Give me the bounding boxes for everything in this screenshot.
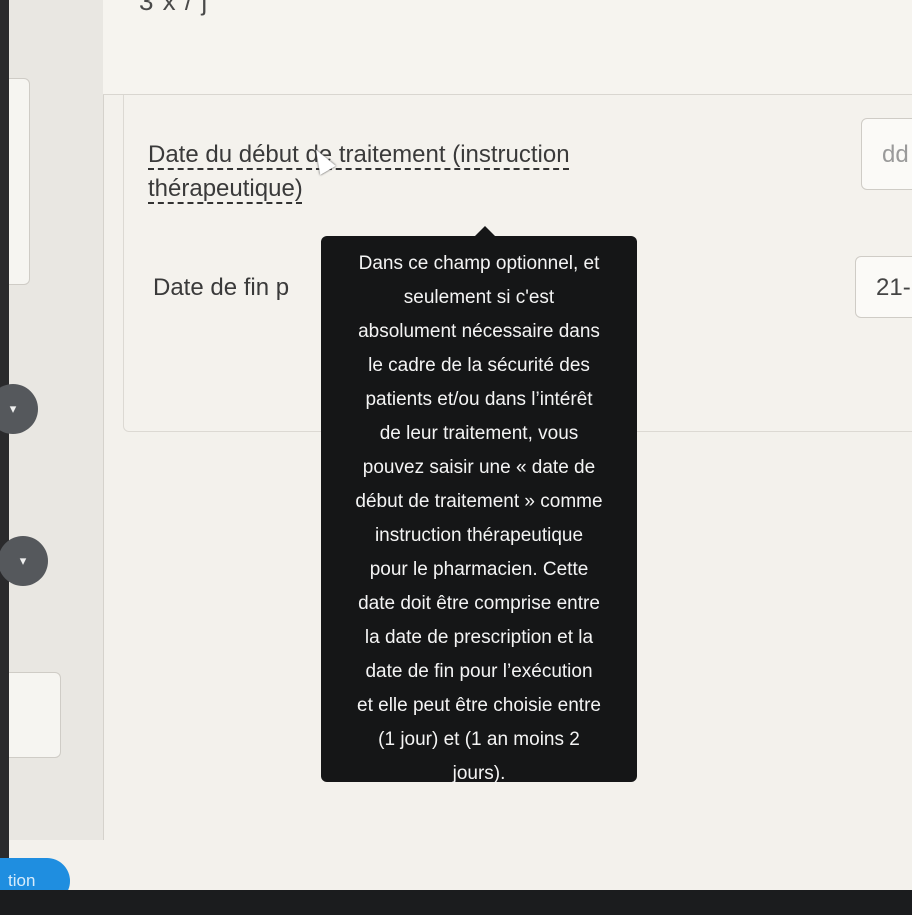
left-input-field[interactable] [9,672,61,758]
dosage-value: 3 x / j [139,0,209,16]
end-date-input[interactable]: 21- [855,256,912,318]
start-date-input[interactable]: dd [861,118,912,190]
start-date-label[interactable]: Date du début de traitement (instruction… [148,138,668,206]
dosage-card [103,0,912,95]
help-tooltip: Dans ce champ optionnel, et seulement si… [321,236,637,784]
expand-toggle-button[interactable]: ▾ [0,536,48,586]
left-input-field[interactable] [9,78,30,285]
chevron-down-icon: ▾ [9,401,17,416]
chevron-down-icon: ▾ [19,553,27,568]
start-date-label-line1: Date du début de traitement (instruction [148,141,570,168]
screen-bezel-bottom [0,890,912,915]
tooltip-text: Dans ce champ optionnel, et seulement si… [355,253,603,784]
start-date-label-line2: thérapeutique) [148,175,303,202]
end-date-label: Date de fin p [153,274,290,301]
action-button-label: tion [8,871,36,890]
screen-bezel-left [0,0,9,915]
